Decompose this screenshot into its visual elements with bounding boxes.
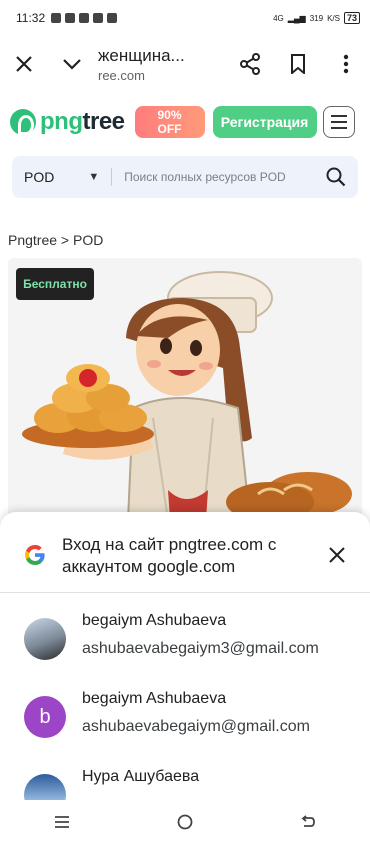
status-time: 11:32 xyxy=(16,11,46,25)
close-tab-button[interactable] xyxy=(0,40,48,88)
account-name: begaiym Ashubaeva xyxy=(82,690,227,707)
status-bar: 11:32 4G ▂▄▆ 319 K/S 73 xyxy=(0,0,370,36)
search-input[interactable]: Поиск полных ресурсов POD xyxy=(124,170,326,184)
sheet-divider xyxy=(0,592,370,593)
account-item[interactable]: b begaiym Ashubaeva ashubaevabegaiym@gma… xyxy=(0,688,370,748)
google-g-icon xyxy=(25,545,45,565)
account-name: begaiym Ashubaeva xyxy=(82,612,227,629)
minimize-tab-button[interactable] xyxy=(48,40,96,88)
close-icon xyxy=(16,56,32,72)
system-nav-bar xyxy=(0,800,370,843)
bookmark-button[interactable] xyxy=(274,40,322,88)
network-speed: 319 xyxy=(309,13,324,23)
promo-off: OFF xyxy=(157,122,182,136)
more-menu-button[interactable] xyxy=(322,40,370,88)
whatsapp-icon xyxy=(51,13,62,23)
hamburger-menu-button[interactable] xyxy=(322,106,355,138)
network-type: 4G xyxy=(273,13,284,23)
account-item[interactable]: Нура Ашубаева xyxy=(0,766,370,800)
breadcrumb[interactable]: Pngtree > POD xyxy=(8,232,103,248)
caret-down-icon[interactable]: ▼ xyxy=(88,171,99,183)
account-email: ashubaevabegaiym3@gmail.com xyxy=(82,640,319,657)
close-icon xyxy=(329,547,345,563)
network-speed-unit: K/S xyxy=(327,13,340,23)
search-category[interactable]: POD xyxy=(24,169,54,185)
battery-level: 73 xyxy=(343,12,360,24)
page-url: ree.com xyxy=(98,67,145,83)
share-icon xyxy=(240,53,260,75)
google-signin-sheet: Вход на сайт pngtree.com с аккаунтом goo… xyxy=(0,512,370,800)
home-icon[interactable] xyxy=(177,814,193,830)
menu-line xyxy=(330,115,347,117)
menu-line xyxy=(330,121,347,123)
account-item[interactable]: begaiym Ashubaeva ashubaevabegaiym3@gmai… xyxy=(0,610,370,670)
account-email: ashubaevabegaiym@gmail.com xyxy=(82,718,310,735)
menu-line xyxy=(330,127,347,129)
free-badge: Бесплатно xyxy=(16,268,94,300)
image-preview-card[interactable]: Бесплатно xyxy=(8,258,362,520)
account-name: Нура Ашубаева xyxy=(82,768,200,785)
sheet-title: Вход на сайт pngtree.com с аккаунтом goo… xyxy=(62,535,277,576)
pngtree-logo[interactable]: pngtree xyxy=(10,108,125,136)
logo-text: pngtree xyxy=(40,108,125,135)
pngtree-logo-icon xyxy=(10,109,36,135)
promo-percent: 90% xyxy=(157,108,182,122)
sheet-close-button[interactable] xyxy=(324,542,350,568)
browser-toolbar: женщина... ree.com xyxy=(0,36,370,92)
register-button[interactable]: Регистрация xyxy=(212,106,317,138)
back-icon[interactable] xyxy=(300,814,316,830)
youtube-icon xyxy=(79,13,90,23)
telegram-icon xyxy=(65,13,76,23)
signal-icon: ▂▄▆ xyxy=(287,13,306,23)
site-header: pngtree 90% OFF Регистрация xyxy=(0,96,370,148)
promo-badge[interactable]: 90% OFF xyxy=(134,106,205,138)
share-button[interactable] xyxy=(226,40,274,88)
chevron-down-icon xyxy=(63,59,81,70)
account-avatar xyxy=(24,774,66,800)
search-bar: POD ▼ Поиск полных ресурсов POD xyxy=(12,156,358,198)
page-title: женщина... xyxy=(98,45,185,65)
account-avatar xyxy=(24,618,66,660)
tab-title-area[interactable]: женщина... ree.com xyxy=(96,46,226,83)
account-avatar: b xyxy=(24,696,66,738)
snapchat-icon xyxy=(93,13,104,23)
search-icon[interactable] xyxy=(326,167,346,187)
search-divider xyxy=(111,168,113,186)
bookmark-icon xyxy=(291,54,305,74)
app-notification-icon xyxy=(107,13,118,23)
sheet-header: Вход на сайт pngtree.com с аккаунтом goo… xyxy=(0,532,370,582)
recent-apps-icon[interactable] xyxy=(54,815,70,829)
more-vert-icon xyxy=(343,54,349,74)
